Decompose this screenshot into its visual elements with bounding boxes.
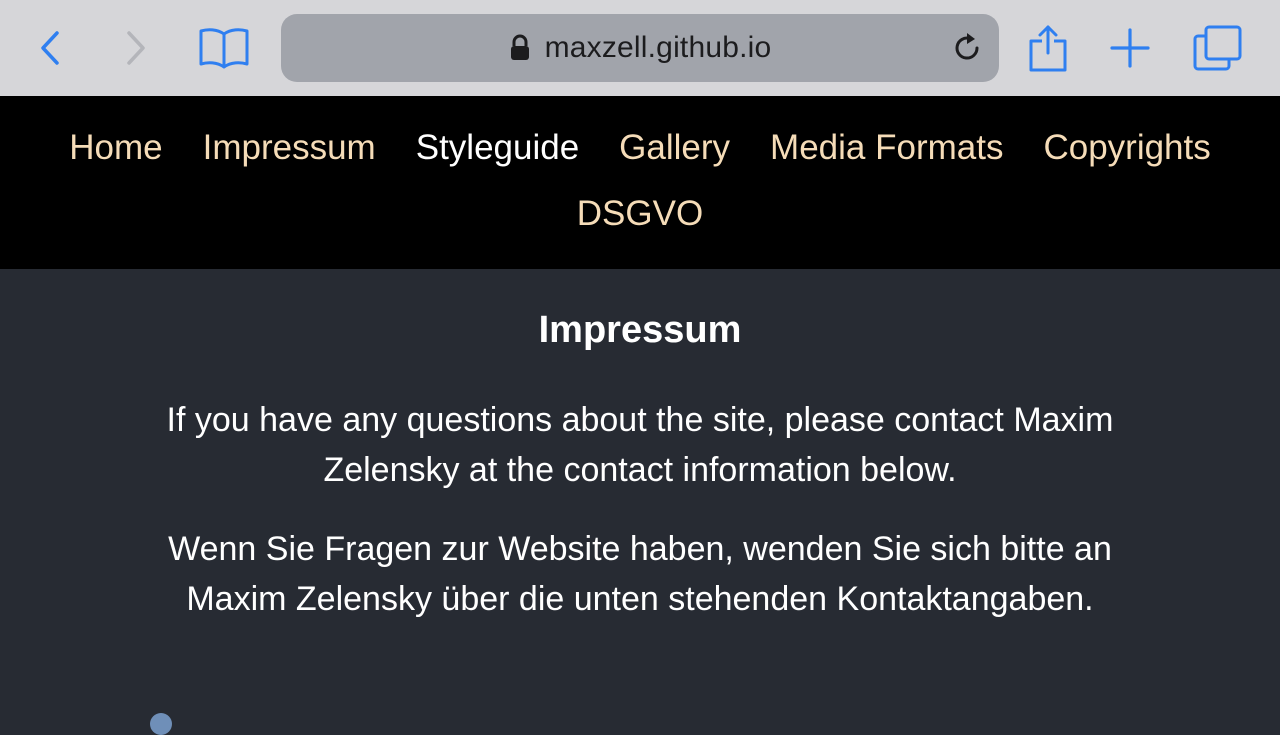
- lock-icon: [510, 34, 529, 60]
- new-tab-button[interactable]: [1102, 20, 1158, 76]
- main-content: Impressum If you have any questions abou…: [0, 269, 1280, 735]
- nav-link-styleguide[interactable]: Styleguide: [416, 128, 579, 168]
- nav-link-home[interactable]: Home: [69, 128, 162, 168]
- plus-icon: [1110, 28, 1150, 68]
- tabs-icon: [1193, 25, 1242, 71]
- chevron-right-icon: [127, 31, 145, 65]
- contact-icon: [150, 713, 172, 735]
- reload-icon: [955, 33, 979, 60]
- bookmarks-button[interactable]: [196, 20, 252, 76]
- browser-toolbar: maxzell.github.io: [0, 0, 1280, 96]
- chevron-left-icon: [41, 31, 59, 65]
- book-icon: [199, 28, 249, 69]
- nav-link-gallery[interactable]: Gallery: [619, 128, 730, 168]
- share-button[interactable]: [1020, 20, 1076, 76]
- nav-link-media-formats[interactable]: Media Formats: [770, 128, 1003, 168]
- nav-link-copyrights[interactable]: Copyrights: [1043, 128, 1210, 168]
- url-text: maxzell.github.io: [544, 31, 772, 64]
- tabs-overview-button[interactable]: [1190, 20, 1246, 76]
- site-navigation: Home Impressum Styleguide Gallery Media …: [0, 96, 1280, 269]
- page-title: Impressum: [538, 309, 742, 351]
- intro-paragraph-german: Wenn Sie Fragen zur Website haben, wende…: [168, 530, 1112, 618]
- forward-button[interactable]: [108, 20, 164, 76]
- back-button[interactable]: [22, 20, 78, 76]
- share-icon: [1029, 25, 1067, 72]
- nav-link-dsgvo[interactable]: DSGVO: [577, 194, 703, 234]
- intro-paragraph-english: If you have any questions about the site…: [166, 401, 1114, 489]
- reload-button[interactable]: [949, 30, 985, 66]
- address-bar[interactable]: maxzell.github.io: [281, 14, 999, 82]
- nav-link-impressum[interactable]: Impressum: [203, 128, 376, 168]
